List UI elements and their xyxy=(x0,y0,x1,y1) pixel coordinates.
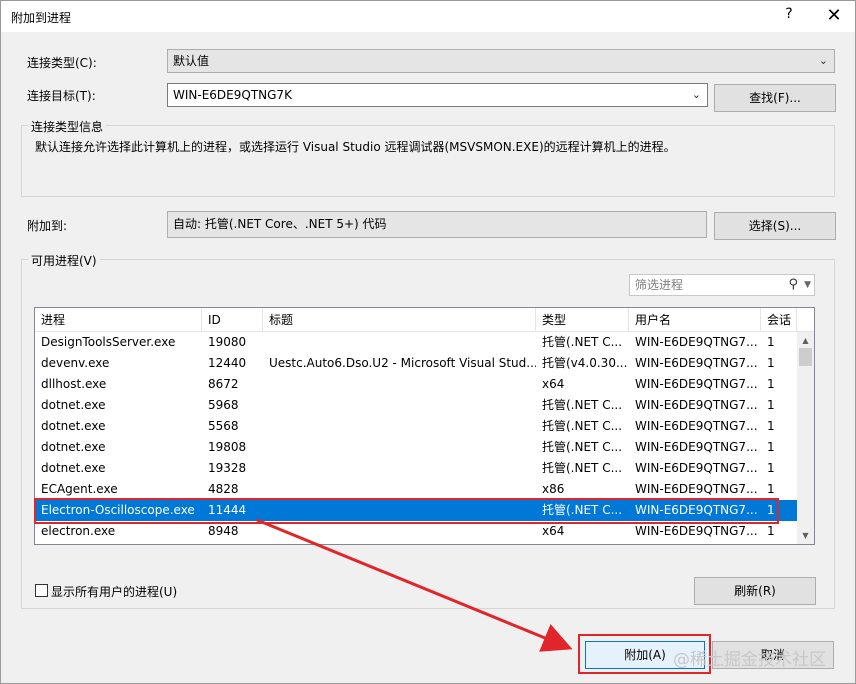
attach-to-process-dialog: 附加到进程 ? ✕ 连接类型(C): 默认值 ⌄ 连接目标(T): WIN-E6… xyxy=(0,0,856,684)
watermark: @稀土掘金技术社区 xyxy=(673,645,826,670)
annotation-arrow xyxy=(1,1,856,684)
